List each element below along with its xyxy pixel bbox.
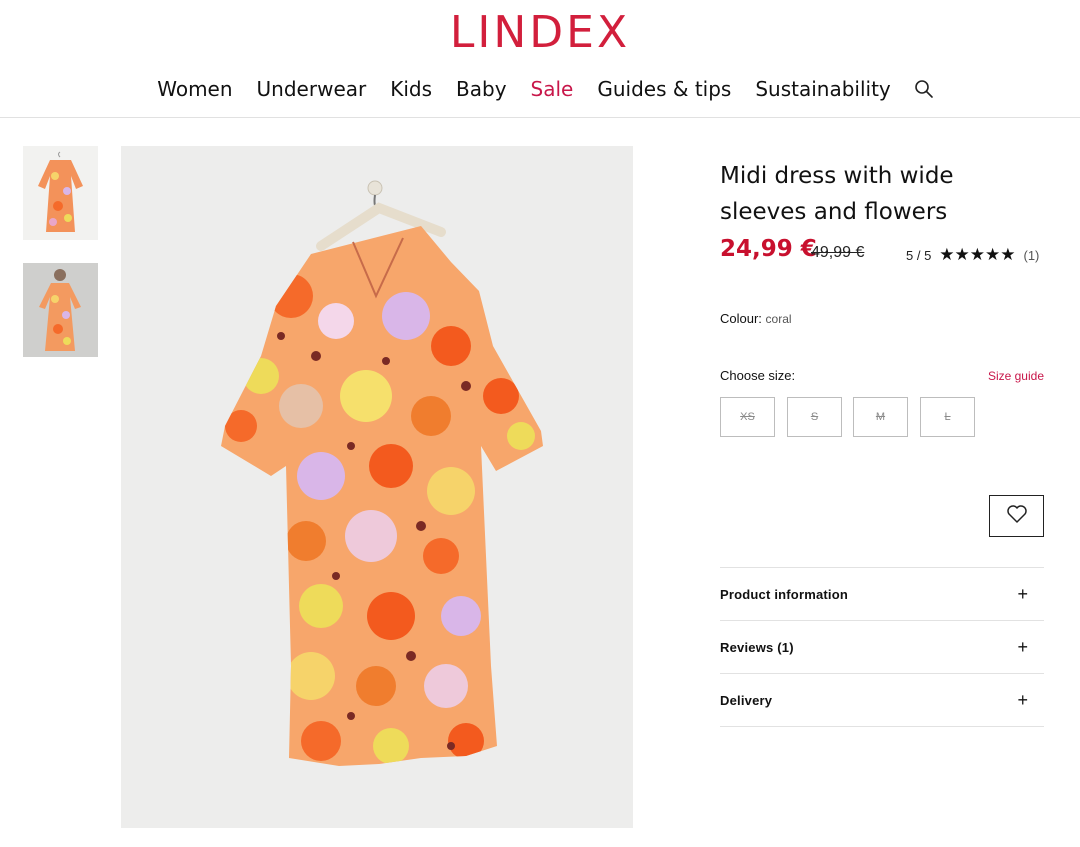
rating-text: 5 / 5 xyxy=(906,247,932,263)
size-button-m[interactable]: M xyxy=(853,397,908,437)
size-button-l[interactable]: L xyxy=(920,397,975,437)
size-guide-link[interactable]: Size guide xyxy=(988,369,1044,383)
accordion-reviews[interactable]: Reviews (1) + xyxy=(720,620,1044,674)
plus-icon: + xyxy=(1017,637,1028,657)
product-title: Midi dress with wide sleeves and flowers xyxy=(720,163,954,225)
heart-icon xyxy=(1006,504,1028,529)
nav-sustainability[interactable]: Sustainability xyxy=(755,77,890,101)
product-rating[interactable]: 5 / 5 ★★★★★ (1) xyxy=(906,245,1039,265)
main-product-image[interactable] xyxy=(121,146,633,828)
size-button-s[interactable]: S xyxy=(787,397,842,437)
brand-logo[interactable]: LINDEX xyxy=(0,8,1080,58)
main-navigation: Women Underwear Kids Baby Sale Guides & … xyxy=(0,74,1080,104)
accordion-product-information[interactable]: Product information + xyxy=(720,567,1044,621)
size-button-xs[interactable]: XS xyxy=(720,397,775,437)
colour-info: Colour: coral xyxy=(720,311,792,326)
thumbnail-dress-model[interactable] xyxy=(23,263,98,357)
search-icon[interactable] xyxy=(913,78,935,100)
nav-underwear[interactable]: Underwear xyxy=(257,77,367,101)
nav-guides-tips[interactable]: Guides & tips xyxy=(597,77,731,101)
plus-icon: + xyxy=(1017,584,1028,604)
accordion-divider xyxy=(720,726,1044,727)
accordion-label: Product information xyxy=(720,587,849,602)
header-divider xyxy=(0,117,1080,118)
nav-baby[interactable]: Baby xyxy=(456,77,507,101)
accordion-delivery[interactable]: Delivery + xyxy=(720,673,1044,727)
colour-label: Colour: xyxy=(720,311,762,326)
review-count: (1) xyxy=(1023,247,1040,263)
star-rating-icon: ★★★★★ xyxy=(939,245,1016,264)
nav-sale[interactable]: Sale xyxy=(531,77,574,101)
accordion-label: Reviews (1) xyxy=(720,640,794,655)
original-price: 49,99 € xyxy=(811,244,865,261)
thumbnail-dress-front[interactable] xyxy=(23,146,98,240)
choose-size-label: Choose size: xyxy=(720,368,796,383)
nav-women[interactable]: Women xyxy=(157,77,232,101)
nav-kids[interactable]: Kids xyxy=(390,77,432,101)
colour-value: coral xyxy=(765,312,792,326)
plus-icon: + xyxy=(1017,690,1028,710)
wishlist-button[interactable] xyxy=(989,495,1044,537)
accordion-label: Delivery xyxy=(720,693,773,708)
sale-price: 24,99 € xyxy=(720,236,817,262)
